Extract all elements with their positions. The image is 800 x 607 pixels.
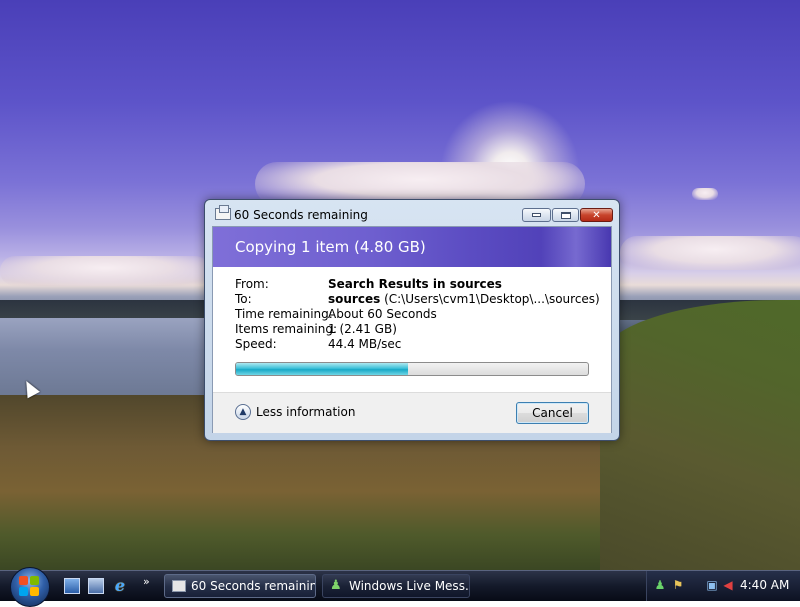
wallpaper-cloud: [620, 236, 800, 270]
clock[interactable]: 4:40 AM: [740, 578, 789, 592]
dialog-footer: ▲ Less information Cancel: [213, 392, 611, 433]
quick-launch-chevron[interactable]: »: [143, 575, 150, 588]
from-label: From:: [235, 277, 269, 291]
volume-muted-icon[interactable]: ◀: [721, 578, 735, 592]
internet-explorer-icon[interactable]: e: [112, 578, 128, 594]
start-button[interactable]: [10, 567, 50, 607]
maximize-icon: [560, 211, 571, 219]
chevron-up-icon: ▲: [235, 404, 251, 420]
taskbar-button-messenger[interactable]: ♟ Windows Live Mess...: [322, 574, 470, 598]
close-icon: ✕: [592, 209, 601, 221]
switch-windows-icon[interactable]: [88, 578, 104, 594]
speed-value: 44.4 MB/sec: [328, 337, 402, 351]
taskbar: e » 60 Seconds remaining ♟ Windows Live …: [0, 567, 800, 607]
close-button[interactable]: ✕: [580, 208, 613, 222]
action-center-flag-icon[interactable]: ⚑: [671, 578, 685, 592]
wallpaper-hill: [600, 300, 800, 570]
less-information-label: Less information: [256, 405, 356, 419]
maximize-button[interactable]: [552, 208, 579, 222]
system-tray: ♟ ⚑ ▣ ◀ 4:40 AM: [646, 571, 800, 601]
wallpaper-cloud: [0, 256, 210, 286]
dialog-content: Copying 1 item (4.80 GB) From: Search Re…: [212, 226, 612, 433]
taskbar-button-label: Windows Live Mess...: [349, 579, 470, 593]
wallpaper-cloud: [692, 188, 718, 200]
items-label: Items remaining:: [235, 322, 338, 336]
banner-sheen: [541, 227, 611, 267]
from-value[interactable]: Search Results in sources: [328, 277, 502, 292]
to-folder-name: sources: [328, 292, 381, 306]
windows-logo-icon: [19, 576, 39, 596]
copy-banner: Copying 1 item (4.80 GB): [213, 227, 611, 267]
network-icon[interactable]: ▣: [705, 578, 719, 592]
speed-label: Speed:: [235, 337, 277, 351]
banner-title: Copying 1 item (4.80 GB): [235, 238, 426, 256]
title-bar[interactable]: 60 Seconds remaining ✕: [205, 200, 619, 226]
file-copy-dialog: 60 Seconds remaining ✕ Copying 1 item (4…: [204, 199, 620, 441]
time-value: About 60 Seconds: [328, 307, 437, 321]
items-value: 1 (2.41 GB): [328, 322, 397, 336]
taskbar-button-label: 60 Seconds remaining: [191, 579, 316, 593]
to-value[interactable]: sources (C:\Users\cvm1\Desktop\...\sourc…: [328, 292, 600, 307]
show-desktop-icon[interactable]: [64, 578, 80, 594]
progress-fill: [236, 363, 409, 375]
messenger-icon: ♟: [330, 578, 342, 593]
progress-bar: [235, 362, 589, 376]
time-label: Time remaining:: [235, 307, 333, 321]
minimize-icon: [532, 213, 541, 217]
cancel-button[interactable]: Cancel: [516, 402, 589, 424]
taskbar-button-copy[interactable]: 60 Seconds remaining: [164, 574, 316, 598]
copy-window-icon: [172, 580, 186, 592]
window-title: 60 Seconds remaining: [234, 208, 368, 222]
minimize-button[interactable]: [522, 208, 551, 222]
messenger-status-icon[interactable]: ♟: [653, 578, 667, 592]
to-label: To:: [235, 292, 252, 306]
to-folder-path: (C:\Users\cvm1\Desktop\...\sources): [384, 292, 600, 306]
copy-window-icon: [215, 205, 231, 220]
